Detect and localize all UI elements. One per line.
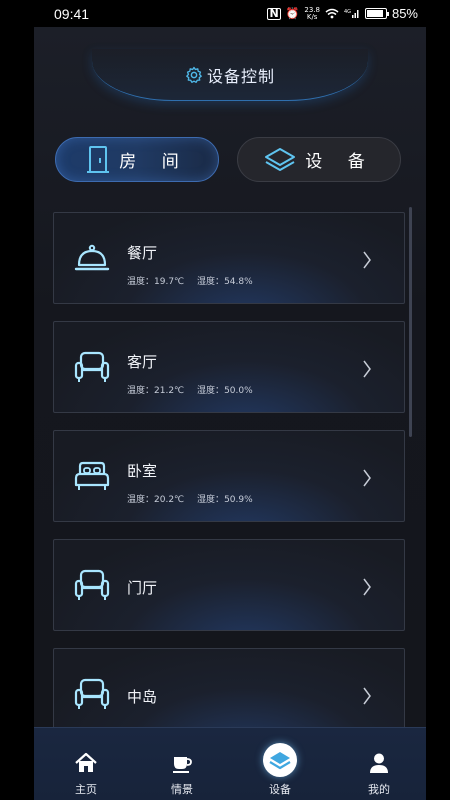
list-item[interactable]: 卧室 温度：20.2℃ 湿度：50.9% bbox=[53, 430, 405, 522]
net-speed: 23.8 K/s bbox=[304, 5, 320, 21]
gear-icon bbox=[186, 66, 202, 83]
temperature-reading: 温度：19.7℃ bbox=[127, 277, 185, 287]
list-item[interactable]: 客厅 温度：21.2℃ 湿度：50.0% bbox=[53, 321, 405, 413]
nfc-icon: N bbox=[267, 6, 281, 20]
list-item[interactable]: 餐厅 温度：19.7℃ 湿度：54.8% bbox=[53, 212, 405, 304]
signal-icon: 4G bbox=[344, 9, 359, 18]
wifi-icon bbox=[325, 8, 339, 19]
status-time: 09:41 bbox=[54, 5, 90, 22]
sofa-icon bbox=[74, 351, 110, 382]
nav-home[interactable]: 主页 bbox=[46, 728, 126, 800]
room-stats: 温度：19.7℃ 湿度：54.8% bbox=[127, 274, 263, 287]
nav-scenes[interactable]: 情景 bbox=[142, 728, 222, 800]
list-scrollbar[interactable] bbox=[409, 207, 412, 437]
temperature-reading: 温度：21.2℃ bbox=[127, 386, 185, 396]
room-stats: 温度：21.2℃ 湿度：50.0% bbox=[127, 383, 263, 396]
door-icon bbox=[87, 145, 110, 173]
tab-devices-label: 设 备 bbox=[305, 152, 375, 172]
user-icon bbox=[370, 753, 388, 773]
status-bar: 09:41 N ⏰ 23.8 K/s 4G 85% bbox=[34, 0, 426, 27]
room-stats: 温度：20.2℃ 湿度：50.9% bbox=[127, 492, 263, 505]
status-icons: N ⏰ 23.8 K/s 4G 85% bbox=[267, 6, 418, 21]
bed-icon bbox=[74, 461, 110, 490]
battery-percent: 85% bbox=[391, 6, 418, 21]
svg-text:4G: 4G bbox=[344, 9, 351, 15]
page-header: 设备控制 bbox=[92, 49, 368, 101]
chevron-right-icon bbox=[363, 687, 371, 705]
humidity-reading: 湿度：54.8% bbox=[197, 277, 253, 287]
sofa-icon bbox=[74, 569, 110, 600]
nav-devices[interactable]: 设备 bbox=[240, 728, 320, 800]
bottom-nav: 主页 情景 设备 我的 bbox=[34, 727, 426, 800]
nav-scenes-label: 情景 bbox=[171, 783, 193, 796]
nav-profile[interactable]: 我的 bbox=[339, 728, 419, 800]
layers-icon bbox=[265, 147, 296, 171]
main-content: 设备控制 房 间 设 备 餐厅 温度：19.7℃ 湿度：54.8% 客厅 温度：… bbox=[34, 27, 426, 740]
room-name: 餐厅 bbox=[127, 244, 158, 262]
battery-icon bbox=[364, 8, 389, 19]
page-title: 设备控制 bbox=[206, 66, 275, 86]
room-name: 卧室 bbox=[127, 462, 158, 480]
humidity-reading: 湿度：50.9% bbox=[197, 495, 253, 505]
tab-devices[interactable]: 设 备 bbox=[237, 137, 401, 182]
humidity-reading: 湿度：50.0% bbox=[197, 386, 253, 396]
nav-profile-label: 我的 bbox=[368, 783, 390, 796]
room-name: 中岛 bbox=[127, 688, 158, 706]
alarm-icon: ⏰ bbox=[285, 7, 300, 20]
cup-icon bbox=[173, 757, 192, 773]
chevron-right-icon bbox=[363, 360, 371, 378]
layers-icon bbox=[269, 752, 291, 770]
sofa-icon bbox=[74, 678, 110, 709]
room-name: 门厅 bbox=[127, 579, 158, 597]
room-name: 客厅 bbox=[127, 353, 158, 371]
phone-screen: 09:41 N ⏰ 23.8 K/s 4G 85% 设备控制 房 间 设 备 餐… bbox=[34, 0, 426, 800]
tab-rooms[interactable]: 房 间 bbox=[55, 137, 219, 182]
tab-rooms-label: 房 间 bbox=[119, 152, 189, 172]
list-item[interactable]: 门厅 bbox=[53, 539, 405, 631]
nav-home-label: 主页 bbox=[75, 783, 97, 796]
dining-cloche-icon bbox=[74, 244, 110, 271]
chevron-right-icon bbox=[363, 251, 371, 269]
temperature-reading: 温度：20.2℃ bbox=[127, 495, 185, 505]
chevron-right-icon bbox=[363, 578, 371, 596]
nav-devices-label: 设备 bbox=[269, 783, 291, 796]
home-icon bbox=[75, 752, 97, 772]
chevron-right-icon bbox=[363, 469, 371, 487]
